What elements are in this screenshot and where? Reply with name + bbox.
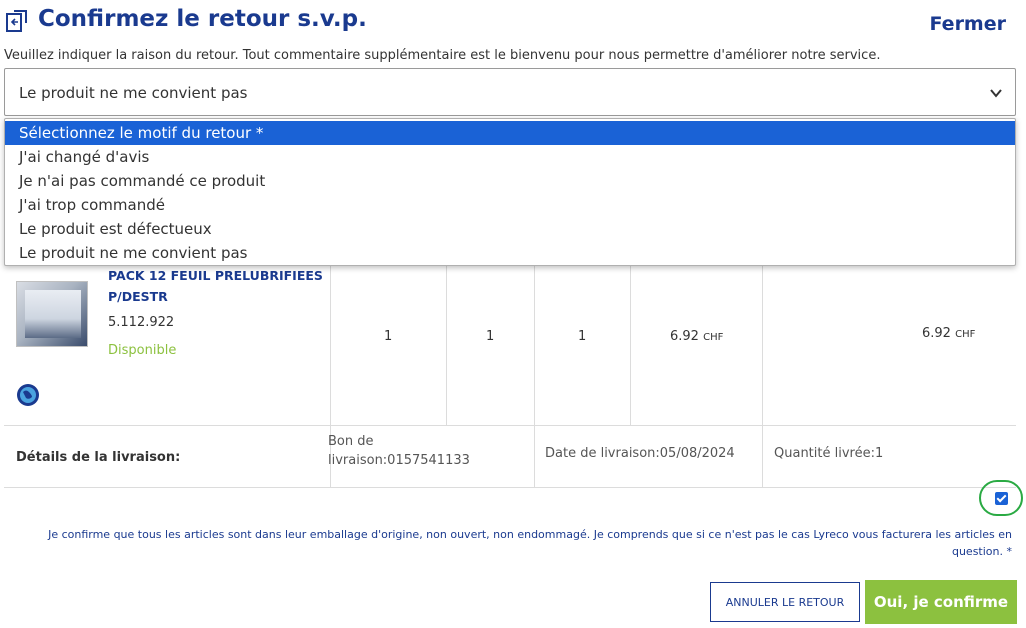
confirm-return-button[interactable]: Oui, je confirme [865,580,1017,624]
dialog-title: Confirmez le retour s.v.p. [38,6,367,32]
return-reason-select[interactable]: Le produit ne me convient pas [4,68,1016,116]
column-divider [330,259,331,425]
cancel-return-button[interactable]: ANNULER LE RETOUR [710,582,860,622]
highlight-circle [979,480,1023,516]
column-divider [534,259,535,425]
total-price-value: 6.92 [922,326,951,341]
quantity-return: 1 [578,329,587,344]
unit-price-value: 6.92 [670,329,699,344]
column-divider [630,259,631,425]
delivery-note-number: Bon de livraison:0157541133 [328,434,470,468]
option-not-suitable[interactable]: Le produit ne me convient pas [5,241,1015,265]
product-name[interactable]: PACK 12 FEUIL PRELUBRIFIEES P/DESTR [108,265,328,307]
currency-label: CHF [955,329,976,340]
total-price: 6.92 CHF [922,326,975,341]
delivered-quantity: Quantité livrée:1 [774,446,884,461]
currency-label: CHF [703,332,724,343]
confirmation-text: Je confirme que tous les articles sont d… [48,528,1012,558]
availability-status: Disponible [108,343,177,358]
dialog-header: Confirmez le retour s.v.p. Fermer [0,0,1026,44]
option-ordered-too-many[interactable]: J'ai trop commandé [5,193,1015,217]
option-not-ordered[interactable]: Je n'ai pas commandé ce produit [5,169,1015,193]
table-row: PACK 12 FEUIL PRELUBRIFIEES P/DESTR 5.11… [4,258,1016,426]
option-select-reason[interactable]: Sélectionnez le motif du retour * [5,121,1015,145]
select-current-value: Le produit ne me convient pas [19,84,248,102]
chevron-down-icon [990,89,1002,98]
option-defective[interactable]: Le produit est défectueux [5,217,1015,241]
column-divider [446,259,447,425]
column-divider [534,426,535,487]
option-changed-mind[interactable]: J'ai changé d'avis [5,145,1015,169]
reason-options-list: Sélectionnez le motif du retour * J'ai c… [4,118,1016,266]
unit-price: 6.92 CHF [670,329,723,344]
product-reference: 5.112.922 [108,315,175,330]
quantity-ordered: 1 [384,329,393,344]
confirm-checkbox[interactable] [995,492,1008,505]
return-instruction: Veuillez indiquer la raison du retour. T… [4,48,881,63]
delivery-row: Détails de la livraison: Bon de livraiso… [4,426,1016,488]
close-button[interactable]: Fermer [929,13,1006,35]
product-image[interactable] [16,281,88,347]
return-icon [6,10,27,32]
globe-icon[interactable] [16,383,40,407]
delivery-details-label: Détails de la livraison: [16,450,181,465]
column-divider [762,426,763,487]
quantity-returnable: 1 [486,329,495,344]
column-divider [762,259,763,425]
delivery-date: Date de livraison:05/08/2024 [545,446,735,461]
